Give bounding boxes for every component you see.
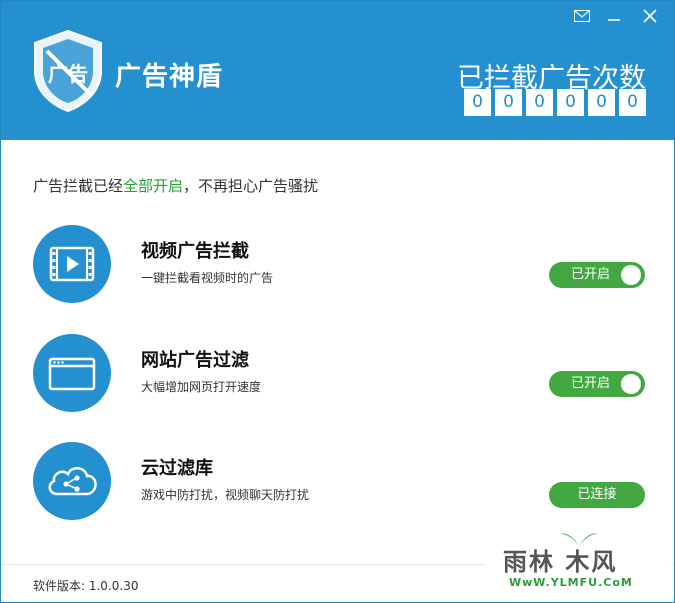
counter-digit: 0 xyxy=(557,89,584,116)
watermark-url: WwW.YLMFU.CoM xyxy=(509,576,633,589)
counter-digit: 0 xyxy=(464,89,491,116)
close-icon xyxy=(643,9,657,23)
feature-description: 一键拦截看视频时的广告 xyxy=(141,271,274,285)
browser-window-icon xyxy=(33,334,111,412)
feature-website-ad-filter: 网站广告过滤 大幅增加网页打开速度 已开启 xyxy=(33,334,645,414)
status-suffix: ，不再担心广告骚扰 xyxy=(183,177,319,195)
feature-title: 视频广告拦截 xyxy=(141,241,249,262)
close-button[interactable] xyxy=(640,7,660,25)
minimize-icon xyxy=(608,19,620,21)
feature-description: 游戏中防打扰，视频聊天防打扰 xyxy=(141,488,310,502)
feature-video-ad-block: 视频广告拦截 一键拦截看视频时的广告 已开启 xyxy=(33,225,645,305)
counter-digit: 0 xyxy=(526,89,553,116)
website-ad-filter-toggle[interactable]: 已开启 xyxy=(549,371,645,397)
toggle-label: 已开启 xyxy=(571,376,611,391)
feedback-mail-button[interactable] xyxy=(572,7,592,25)
header: 广告 广告神盾 已拦截广告次数 0 0 0 0 0 xyxy=(1,1,674,140)
feature-cloud-filter-library: 云过滤库 游戏中防打扰，视频聊天防打扰 已连接 xyxy=(33,442,645,522)
video-icon xyxy=(33,225,111,303)
toggle-knob xyxy=(621,265,641,285)
envelope-icon xyxy=(574,10,590,22)
toggle-knob xyxy=(621,374,641,394)
shield-logo-icon: 广告 xyxy=(34,29,102,113)
feature-title: 云过滤库 xyxy=(141,458,213,479)
minimize-button[interactable] xyxy=(604,7,624,25)
counter-digit: 0 xyxy=(619,89,646,116)
app-title: 广告神盾 xyxy=(115,62,224,92)
cloud-library-connect-button[interactable]: 已连接 xyxy=(549,482,645,508)
toggle-label: 已开启 xyxy=(571,267,611,282)
protection-status: 广告拦截已经全部开启，不再担心广告骚扰 xyxy=(33,175,318,196)
app-window: 广告 广告神盾 已拦截广告次数 0 0 0 0 0 xyxy=(0,0,675,603)
blocked-counter: 0 0 0 0 0 0 xyxy=(464,89,646,116)
counter-digit: 0 xyxy=(495,89,522,116)
cloud-share-icon xyxy=(33,442,111,520)
counter-digit: 0 xyxy=(588,89,615,116)
video-ad-block-toggle[interactable]: 已开启 xyxy=(549,262,645,288)
status-highlight: 全部开启 xyxy=(123,177,184,195)
watermark-text: 雨林 木风 xyxy=(503,548,618,576)
feature-title: 网站广告过滤 xyxy=(141,350,249,371)
watermark-logo: 雨林 木风 WwW.YLMFU.CoM xyxy=(485,520,671,598)
version-label: 软件版本: 1.0.0.30 xyxy=(33,579,139,593)
feature-description: 大幅增加网页打开速度 xyxy=(141,380,262,394)
status-prefix: 广告拦截已经 xyxy=(33,177,124,195)
